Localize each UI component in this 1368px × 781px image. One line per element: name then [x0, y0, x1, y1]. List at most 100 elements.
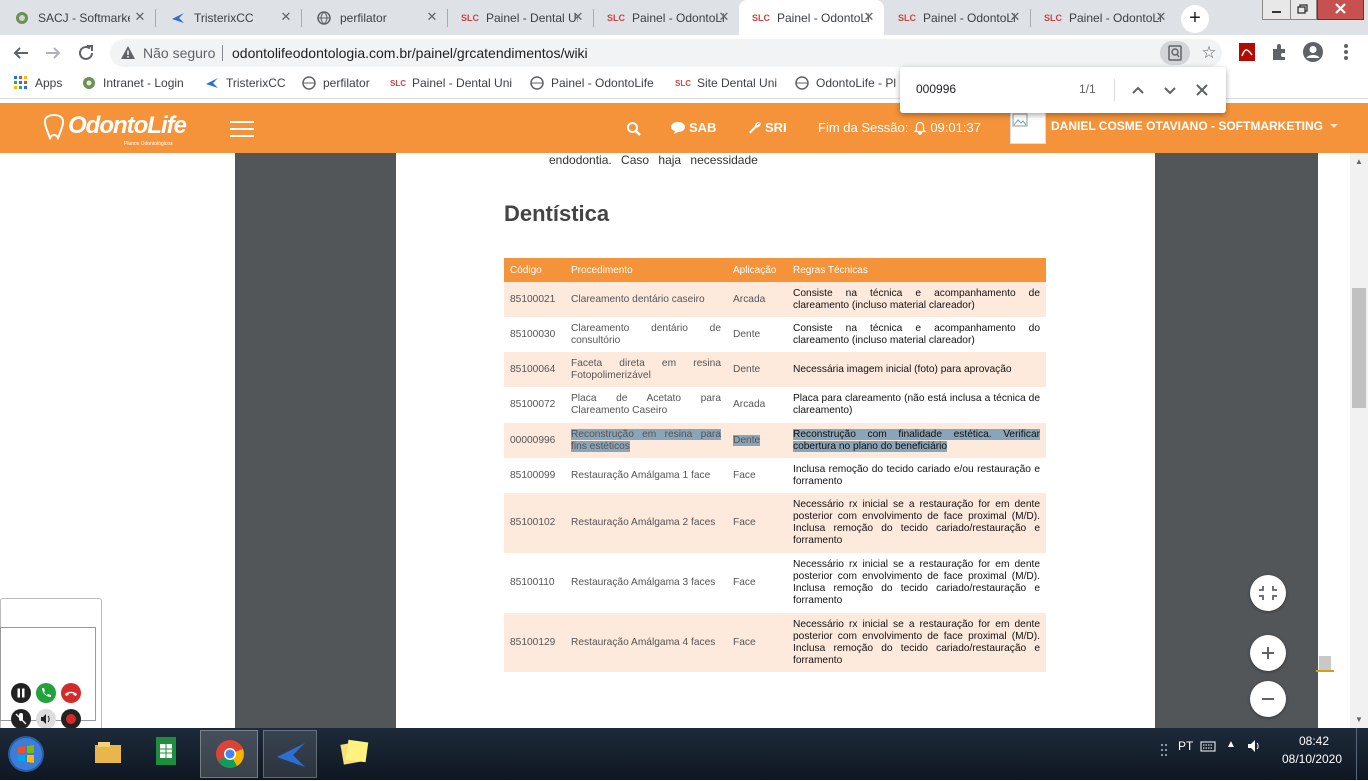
tristerix-taskbar-button[interactable]	[263, 730, 317, 778]
bookmark-tristerix[interactable]: TristerixCC	[205, 76, 286, 90]
caret-down-icon	[1330, 124, 1338, 128]
record-button[interactable]	[61, 709, 81, 729]
tab-painel-odontolife-active[interactable]: SLC Painel - OdontoLife ✕	[739, 0, 884, 35]
profile-avatar-icon[interactable]	[1302, 41, 1324, 63]
menu-kebab-icon[interactable]	[1336, 41, 1356, 63]
clock-time[interactable]: 08:42	[1284, 734, 1344, 748]
cell-procedimento-highlight: Reconstrução em resina para fins estétic…	[571, 428, 721, 452]
mute-button[interactable]	[11, 709, 31, 729]
close-icon	[1196, 84, 1208, 96]
broken-image-icon	[1012, 113, 1028, 127]
hangup-call-button[interactable]	[61, 683, 81, 703]
volume-button[interactable]	[36, 709, 56, 729]
sri-button[interactable]: SRI	[747, 120, 787, 135]
show-desktop-button[interactable]	[1356, 728, 1368, 780]
back-button[interactable]	[8, 40, 34, 66]
close-icon[interactable]: ✕	[717, 10, 731, 24]
tab-painel-dental-uni[interactable]: SLC Painel - Dental Uni ✕	[448, 0, 593, 35]
viewer-scrollbar-thumb[interactable]	[1319, 656, 1331, 671]
cell-aplicacao: Dente	[727, 352, 787, 387]
zoom-in-button[interactable]	[1250, 635, 1286, 671]
scroll-down-icon[interactable]: ▼	[1355, 715, 1363, 724]
pause-call-button[interactable]	[11, 683, 31, 703]
user-menu[interactable]: DANIEL COSME OTAVIANO - SOFTMARKETING	[1051, 119, 1339, 133]
minimize-button[interactable]	[1262, 0, 1291, 20]
find-close-button[interactable]	[1192, 80, 1212, 100]
restore-button[interactable]	[1290, 0, 1317, 20]
new-tab-button[interactable]: +	[1181, 5, 1209, 33]
chrome-taskbar-button[interactable]	[200, 730, 258, 778]
close-icon[interactable]: ✕	[1008, 10, 1022, 24]
hamburger-menu-button[interactable]	[230, 120, 254, 138]
tab-painel-odontolife-4[interactable]: SLC Painel - OdontoLife ✕	[1031, 0, 1176, 35]
find-input[interactable]: 000996	[916, 82, 956, 96]
close-icon[interactable]: ✕	[133, 10, 147, 24]
phone-icon	[42, 688, 51, 697]
cell-procedimento: Restauração Amálgama 2 faces	[565, 493, 727, 553]
address-bar[interactable]: Não seguro odontolifeodontologia.com.br/…	[110, 39, 1222, 67]
reload-button[interactable]	[73, 40, 99, 66]
volume-tray-icon[interactable]	[1246, 738, 1262, 754]
section-title: Dentística	[504, 201, 610, 226]
bookmark-odontolife-pl[interactable]: OdontoLife - Pl	[795, 76, 896, 90]
tab-tristerix[interactable]: TristerixCC ✕	[156, 0, 301, 35]
cell-codigo: 85100129	[504, 613, 565, 672]
tab-painel-odontolife-3[interactable]: SLC Painel - OdontoLife ✕	[885, 0, 1030, 35]
cell-regras-highlight: Reconstrução com finalidade estética. Ve…	[793, 428, 1040, 452]
start-button[interactable]	[2, 730, 50, 778]
cell-codigo: 85100099	[510, 469, 556, 481]
explorer-taskbar-icon[interactable]	[92, 736, 124, 768]
sticky-notes-taskbar-icon[interactable]	[336, 734, 372, 770]
answer-call-button[interactable]	[36, 683, 56, 703]
find-previous-button[interactable]	[1128, 80, 1148, 100]
close-window-button[interactable]	[1317, 0, 1364, 20]
bookmark-painel-odontolife[interactable]: Painel - OdontoLife	[530, 76, 654, 90]
scrollbar-thumb[interactable]	[1352, 288, 1366, 408]
bookmark-site-dental-uni[interactable]: SLC Site Dental Uni	[675, 76, 777, 90]
url-text[interactable]: odontolifeodontologia.com.br/painel/grca…	[232, 45, 588, 61]
cell-aplicacao: Face	[727, 493, 787, 553]
bookmark-painel-dental-uni[interactable]: SLC Painel - Dental Uni	[390, 76, 512, 90]
page-scrollbar[interactable]: ▲ ▼	[1350, 153, 1368, 728]
search-button[interactable]	[626, 121, 642, 137]
bookmark-star-icon[interactable]: ☆	[1198, 42, 1220, 64]
tab-perfilator[interactable]: perfilator ✕	[302, 0, 447, 35]
keyboard-icon[interactable]	[1200, 739, 1216, 753]
scroll-up-icon[interactable]: ▲	[1355, 157, 1363, 166]
clock-date[interactable]: 08/10/2020	[1278, 752, 1346, 766]
tab-sacj[interactable]: SACJ - Softmarketing ✕	[0, 0, 155, 35]
find-in-page-button[interactable]	[1160, 41, 1190, 65]
table-row-highlighted: 00000996 Reconstrução em resina para fin…	[504, 423, 1046, 458]
cell-regras: Consiste na técnica e acompanhamento do …	[793, 322, 1040, 346]
find-next-button[interactable]	[1160, 80, 1180, 100]
sab-button[interactable]: SAB	[670, 120, 716, 135]
zoom-out-button[interactable]	[1250, 681, 1286, 717]
tab-painel-odontolife-1[interactable]: SLC Painel - OdontoLife ✕	[594, 0, 739, 35]
chat-bubble-icon	[671, 121, 685, 134]
extensions-puzzle-icon[interactable]	[1270, 42, 1290, 62]
close-icon[interactable]: ✕	[279, 10, 293, 24]
table-header-row: Código Procedimento Aplicação Regras Téc…	[504, 258, 1046, 282]
close-icon[interactable]: ✕	[862, 10, 876, 24]
close-icon[interactable]: ✕	[425, 10, 439, 24]
bookmark-perfilator[interactable]: perfilator	[302, 76, 370, 90]
tray-expand-icon[interactable]: ▲	[1226, 739, 1236, 750]
pdf-extension-icon[interactable]	[1237, 42, 1257, 62]
close-icon[interactable]: ✕	[571, 10, 585, 24]
find-count: 1/1	[1079, 82, 1096, 96]
forward-button[interactable]	[40, 40, 66, 66]
language-indicator[interactable]: PT	[1178, 739, 1193, 753]
fit-page-button[interactable]	[1250, 575, 1286, 611]
close-icon[interactable]: ✕	[1154, 10, 1168, 24]
bookmark-label: OdontoLife - Pl	[816, 76, 897, 90]
bookmark-apps[interactable]: Apps	[14, 76, 62, 90]
slc-icon: SLC	[461, 12, 479, 23]
bookmark-intranet[interactable]: Intranet - Login	[82, 76, 184, 90]
table-row: 85100099 Restauração Amálgama 1 face Fac…	[504, 458, 1046, 493]
security-indicator[interactable]: Não seguro	[120, 45, 215, 61]
sheets-taskbar-icon[interactable]	[148, 734, 184, 770]
cell-aplicacao: Face	[733, 577, 756, 588]
user-avatar[interactable]	[1010, 111, 1046, 144]
col-header-codigo: Código	[504, 258, 565, 282]
session-time: 09:01:37	[930, 120, 981, 135]
